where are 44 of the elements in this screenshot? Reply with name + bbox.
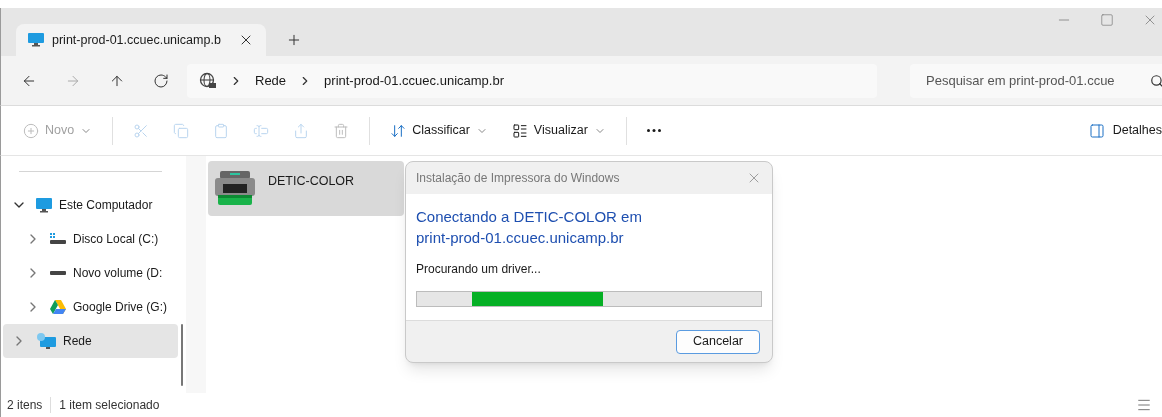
nav-label: Rede (63, 333, 93, 350)
window-tab[interactable]: print-prod-01.ccuec.unicamp.b (16, 24, 266, 56)
refresh-icon[interactable] (153, 72, 169, 89)
nav-item[interactable]: Google Drive (G:) (3, 290, 178, 324)
search-input[interactable]: Pesquisar em print-prod-01.ccue (926, 70, 1142, 91)
triangle-drive-icon (49, 299, 67, 315)
maximize-icon[interactable] (1100, 13, 1114, 27)
dialog-title: Instalação de Impressora do Windows (416, 170, 621, 187)
nav-label: Novo volume (D: (73, 265, 164, 282)
globe-icon (199, 71, 217, 90)
tab-title: print-prod-01.ccuec.unicamp.b (52, 31, 222, 49)
nav-item[interactable]: Disco Local (C:) (3, 222, 178, 256)
status-text: 1 item selecionado (59, 397, 160, 414)
address-bar[interactable]: Rede print-prod-01.ccuec.unicamp.br (187, 63, 877, 98)
details-pane-icon (1088, 122, 1105, 139)
nav-label: Google Drive (G:) (73, 299, 169, 316)
nav-item[interactable]: Este Computador (3, 188, 178, 222)
nav-item[interactable]: Rede (3, 324, 178, 358)
drive-icon (49, 232, 67, 246)
drive-icon (49, 270, 67, 276)
sort-button[interactable]: Classificar (382, 114, 496, 147)
view-button[interactable]: Visualizar (503, 114, 614, 147)
dialog-heading: Conectando a DETIC-COLOR em (416, 207, 643, 227)
new-tab-icon[interactable] (286, 32, 302, 48)
file-name: DETIC-COLOR (268, 173, 355, 190)
scrollbar[interactable] (181, 324, 183, 386)
status-text: 2 itens (7, 397, 43, 414)
list-view-icon[interactable] (1136, 397, 1152, 413)
breadcrumb-item[interactable]: Rede (255, 70, 287, 91)
cancel-button[interactable]: Cancelar (676, 329, 760, 354)
search-icon (1150, 73, 1162, 88)
details-button[interactable]: Detalhes (1080, 114, 1162, 147)
monitor-icon (28, 33, 44, 47)
breadcrumb-item[interactable]: print-prod-01.ccuec.unicamp.br (324, 70, 504, 91)
monitor-icon (35, 197, 53, 213)
nav-label: Este Computador (59, 197, 154, 214)
dialog-heading: print-prod-01.ccuec.unicamp.br (416, 228, 625, 248)
pane-splitter[interactable] (186, 156, 206, 393)
network-icon (35, 332, 57, 350)
file-item[interactable]: DETIC-COLOR (208, 161, 404, 216)
search-field[interactable]: Pesquisar em print-prod-01.ccue (910, 63, 1162, 98)
nav-item[interactable]: Novo volume (D: (3, 256, 178, 290)
nav-label: Disco Local (C:) (73, 231, 160, 248)
status-text: Procurando um driver... (416, 261, 542, 278)
